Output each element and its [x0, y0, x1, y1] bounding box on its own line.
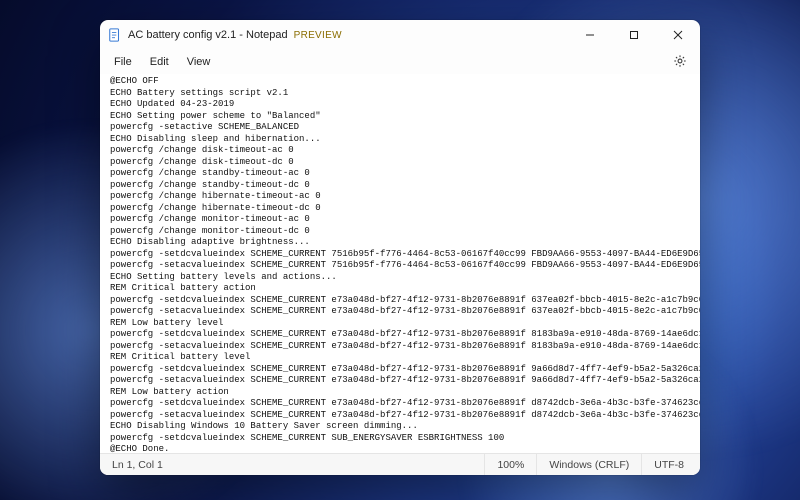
- minimize-button[interactable]: [568, 20, 612, 50]
- window-title: AC battery config v2.1 - Notepad: [128, 29, 288, 41]
- status-zoom[interactable]: 100%: [484, 454, 536, 475]
- close-button[interactable]: [656, 20, 700, 50]
- status-line-ending[interactable]: Windows (CRLF): [536, 454, 641, 475]
- preview-badge: PREVIEW: [294, 30, 342, 41]
- maximize-button[interactable]: [612, 20, 656, 50]
- status-encoding[interactable]: UTF-8: [641, 454, 696, 475]
- statusbar: Ln 1, Col 1 100% Windows (CRLF) UTF-8: [100, 453, 700, 475]
- titlebar[interactable]: AC battery config v2.1 - Notepad PREVIEW: [100, 20, 700, 50]
- menu-view[interactable]: View: [179, 53, 219, 71]
- menu-edit[interactable]: Edit: [142, 53, 177, 71]
- notepad-window: AC battery config v2.1 - Notepad PREVIEW…: [100, 20, 700, 475]
- status-cursor[interactable]: Ln 1, Col 1: [104, 454, 175, 475]
- menu-file[interactable]: File: [106, 53, 140, 71]
- text-editor[interactable]: @ECHO OFF ECHO Battery settings script v…: [100, 74, 700, 453]
- app-icon: [108, 28, 122, 42]
- gear-icon: [673, 54, 687, 71]
- settings-button[interactable]: [666, 51, 694, 74]
- menubar: File Edit View: [100, 50, 700, 74]
